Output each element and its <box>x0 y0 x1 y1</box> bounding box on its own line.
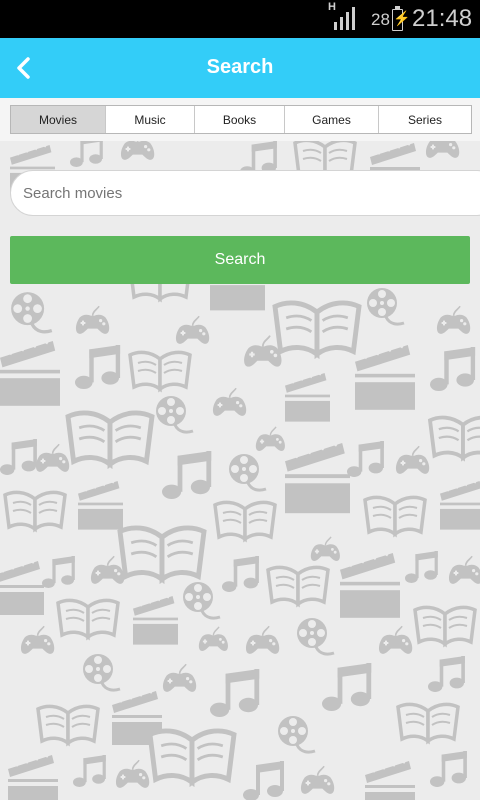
page-title: Search <box>206 56 274 78</box>
charging-icon: ⚡ <box>393 10 411 26</box>
battery-level: 28 <box>371 10 390 29</box>
signal-icon <box>334 7 355 30</box>
tab-movies[interactable]: Movies <box>11 106 106 133</box>
app-bar: Search <box>0 38 480 98</box>
tab-strip: Movies Music Books Games Series <box>0 98 480 141</box>
status-bar: H 28 ⚡ 21:48 <box>0 0 480 38</box>
category-tabs: Movies Music Books Games Series <box>10 105 472 134</box>
clock: 21:48 <box>412 5 473 32</box>
search-button[interactable]: Search <box>10 236 470 284</box>
tab-series[interactable]: Series <box>379 106 471 133</box>
search-input[interactable] <box>10 170 480 216</box>
tab-games[interactable]: Games <box>285 106 379 133</box>
tab-books[interactable]: Books <box>195 106 285 133</box>
tab-music[interactable]: Music <box>106 106 195 133</box>
